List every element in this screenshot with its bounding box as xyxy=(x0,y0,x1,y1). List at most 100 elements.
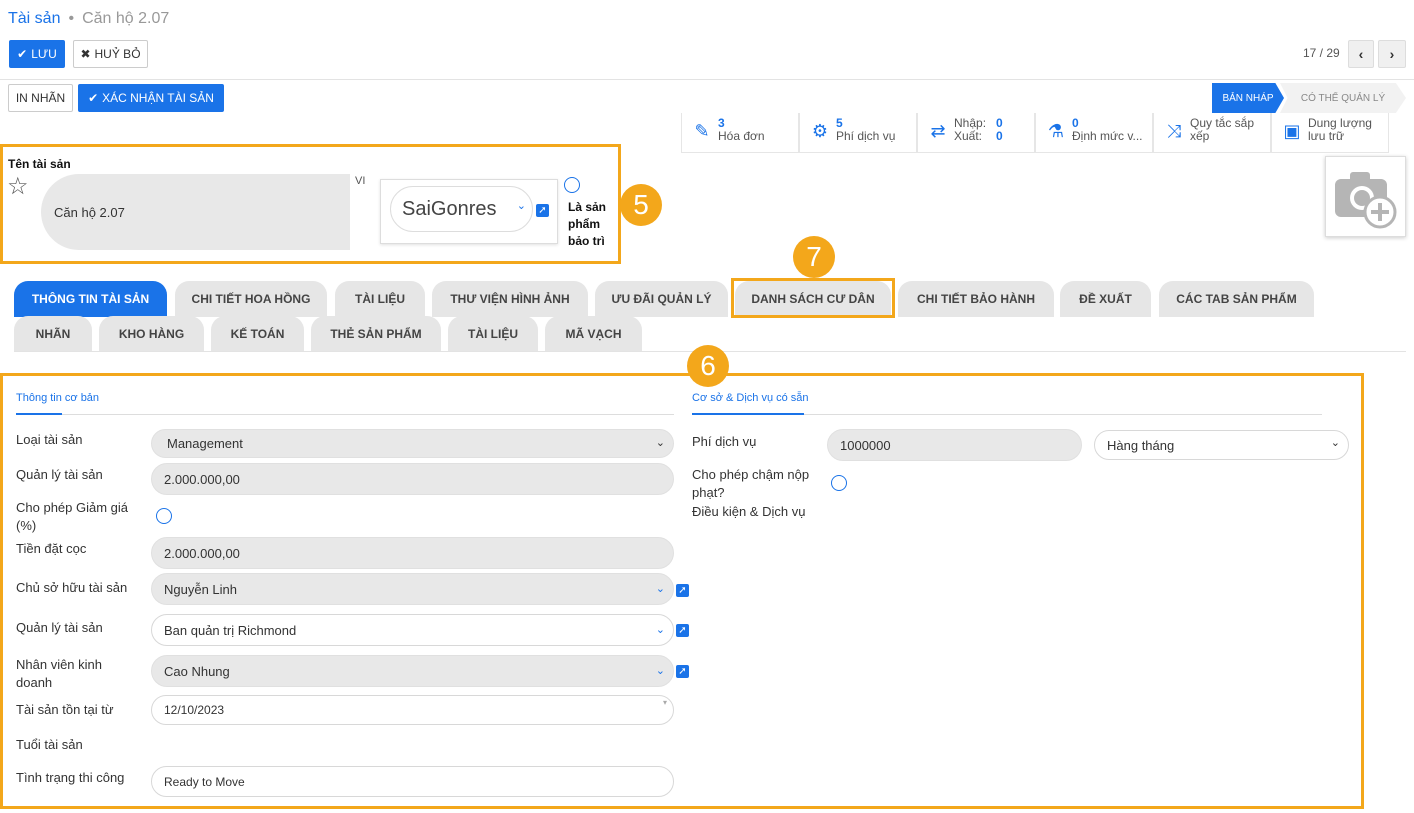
storage-capacity-stat-button[interactable]: ▣ Dung lượng lưu trữ xyxy=(1271,113,1389,153)
invoice-stat-button[interactable]: ✎ 3 Hóa đơn xyxy=(681,113,799,153)
status-manageable[interactable]: CÓ THỂ QUẢN LÝ xyxy=(1280,83,1406,113)
norm-stat-button[interactable]: ⚗ 0 Định mức v... xyxy=(1035,113,1153,153)
breadcrumb-current: Căn hộ 2.07 xyxy=(82,10,170,27)
company-value: SaiGonres xyxy=(402,197,497,220)
putaway-line2: xếp xyxy=(1190,129,1210,143)
fee-period-select[interactable]: Hàng tháng ⌄ xyxy=(1094,430,1349,460)
breadcrumb: Tài sản • Căn hộ 2.07 xyxy=(8,10,169,28)
caret-icon: ▾ xyxy=(662,698,667,707)
salesperson-external-link-icon[interactable]: ➚ xyxy=(676,665,689,678)
tab-documents[interactable]: TÀI LIỆU xyxy=(335,281,425,317)
asset-management-field[interactable]: 2.000.000,00 xyxy=(151,463,674,495)
tab-inventory[interactable]: KHO HÀNG xyxy=(99,316,204,352)
company-select[interactable]: SaiGonres ⌄ xyxy=(390,186,533,232)
tab-labels[interactable]: NHÃN xyxy=(14,316,92,352)
putaway-rule-stat-button[interactable]: ⤨ Quy tắc sắp xếp xyxy=(1153,113,1271,153)
stock-move-stat-button[interactable]: ⇄ Nhập: 0 Xuất: 0 xyxy=(917,113,1035,153)
deposit-value: 2.000.000,00 xyxy=(164,545,240,561)
status-manageable-label: CÓ THỂ QUẢN LÝ xyxy=(1300,92,1386,104)
shuffle-icon: ⤨ xyxy=(1166,121,1182,141)
highlight-box-resident-tab xyxy=(731,278,895,318)
favorite-star-icon[interactable]: ☆ xyxy=(7,174,29,200)
print-label-button[interactable]: IN NHÃN xyxy=(8,84,73,112)
breadcrumb-root[interactable]: Tài sản xyxy=(8,10,60,28)
asset-management-value: 2.000.000,00 xyxy=(164,471,240,487)
asset-image-upload[interactable] xyxy=(1325,156,1406,237)
tab-commission-detail[interactable]: CHI TIẾT HOA HỒNG xyxy=(175,281,327,317)
tab-asset-info[interactable]: THÔNG TIN TÀI SẢN xyxy=(14,281,167,317)
basic-info-section-title: Thông tin cơ bản xyxy=(16,392,100,404)
print-label-text: IN NHÃN xyxy=(15,91,66,105)
basic-info-divider xyxy=(62,414,674,415)
construction-status-field[interactable]: Ready to Move xyxy=(151,766,674,797)
terms-services-label: Điều kiện & Dịch vụ xyxy=(692,504,806,519)
maintenance-product-label: Là sản phẩm bảo trì xyxy=(568,200,607,248)
asset-management-label: Quản lý tài sản xyxy=(16,467,103,482)
external-link-icon[interactable]: ➚ xyxy=(536,204,549,217)
confirm-asset-text: XÁC NHẬN TÀI SẢN xyxy=(102,91,214,105)
asset-name-input[interactable]: Căn hộ 2.07 xyxy=(41,174,371,250)
chevron-down-icon: ⌄ xyxy=(516,200,526,212)
fee-period-value: Hàng tháng xyxy=(1107,437,1175,453)
chevron-left-icon: ‹ xyxy=(1358,46,1364,62)
save-label: LƯU xyxy=(31,47,57,61)
pager-prev-button[interactable]: ‹ xyxy=(1348,40,1374,68)
construction-status-label: Tình trạng thi công xyxy=(16,770,125,785)
deposit-field[interactable]: 2.000.000,00 xyxy=(151,537,674,569)
facilities-divider xyxy=(804,414,1322,415)
discount-allowed-radio[interactable] xyxy=(156,508,172,524)
confirm-asset-button[interactable]: ✔ XÁC NHẬN TÀI SẢN xyxy=(78,84,224,112)
language-badge[interactable]: VI xyxy=(355,175,365,187)
tab-proposal[interactable]: ĐỀ XUẤT xyxy=(1060,281,1151,317)
pager-next-button[interactable]: › xyxy=(1378,40,1406,68)
salesperson-value: Cao Nhung xyxy=(164,663,230,679)
service-fee-field[interactable]: 1000000 xyxy=(827,429,1082,461)
save-button[interactable]: ✔ LƯU xyxy=(9,40,65,68)
tab-accounting[interactable]: KẾ TOÁN xyxy=(211,316,304,352)
annotation-badge-5: 5 xyxy=(620,184,662,226)
owner-select[interactable]: Nguyễn Linh ⌄ xyxy=(151,573,674,605)
deposit-label: Tiền đặt cọc xyxy=(16,541,87,556)
toolbar-divider xyxy=(0,79,1414,80)
tab-warranty-detail[interactable]: CHI TIẾT BẢO HÀNH xyxy=(898,281,1054,317)
out-value: 0 xyxy=(996,129,1003,143)
edit-icon: ✎ xyxy=(694,121,710,141)
annotation-badge-6: 6 xyxy=(687,345,729,387)
close-icon: ✖ xyxy=(80,47,91,61)
chevron-right-icon: › xyxy=(1389,46,1395,62)
late-payment-label: Cho phép chậm nộp phạt? xyxy=(692,467,810,500)
tab-product-card[interactable]: THẺ SẢN PHẨM xyxy=(311,316,441,352)
tab-product-tabs[interactable]: CÁC TAB SẢN PHẨM xyxy=(1159,281,1314,317)
status-draft-label: BẢN NHÁP xyxy=(1222,92,1274,104)
salesperson-select[interactable]: Cao Nhung ⌄ xyxy=(151,655,674,687)
chevron-down-icon: ⌄ xyxy=(655,437,665,449)
facilities-section-title: Cơ sở & Dịch vụ có sẵn xyxy=(692,392,809,404)
tab-documents-2[interactable]: TÀI LIỆU xyxy=(448,316,538,352)
maintenance-product-radio[interactable] xyxy=(564,177,580,193)
discount-allowed-label: Cho phép Giảm giá (%) xyxy=(16,500,129,533)
asset-manager-select[interactable]: Ban quản trị Richmond ⌄ xyxy=(151,614,674,646)
service-fee-value: 1000000 xyxy=(840,437,891,453)
asset-age-label: Tuổi tài sản xyxy=(16,737,83,752)
chevron-down-icon: ⌄ xyxy=(655,624,665,636)
storage-line2: lưu trữ xyxy=(1308,129,1345,143)
status-draft[interactable]: BẢN NHÁP xyxy=(1212,83,1284,113)
tab-management-offer[interactable]: ƯU ĐÃI QUẢN LÝ xyxy=(595,281,728,317)
norm-label: Định mức v... xyxy=(1072,129,1143,143)
service-fee-stat-button[interactable]: ⚙ 5 Phí dịch vụ xyxy=(799,113,917,153)
flask-icon: ⚗ xyxy=(1047,121,1065,141)
discard-button[interactable]: ✖ HUỶ BỎ xyxy=(73,40,148,68)
asset-type-select[interactable]: Management ⌄ xyxy=(151,429,674,458)
late-payment-radio[interactable] xyxy=(831,475,847,491)
basic-info-underline xyxy=(16,413,62,415)
tab-image-library[interactable]: THƯ VIỆN HÌNH ẢNH xyxy=(432,281,588,317)
service-fee-label: Phí dịch vụ xyxy=(692,434,757,449)
exists-since-value: 12/10/2023 xyxy=(164,703,225,717)
check-icon: ✔ xyxy=(88,91,99,105)
breadcrumb-separator: • xyxy=(68,10,75,27)
owner-external-link-icon[interactable]: ➚ xyxy=(676,584,689,597)
exists-since-date[interactable]: 12/10/2023 ▾ xyxy=(151,695,674,725)
tab-barcode[interactable]: MÃ VẠCH xyxy=(545,316,642,352)
manager-external-link-icon[interactable]: ➚ xyxy=(676,624,689,637)
construction-status-value: Ready to Move xyxy=(164,774,245,789)
